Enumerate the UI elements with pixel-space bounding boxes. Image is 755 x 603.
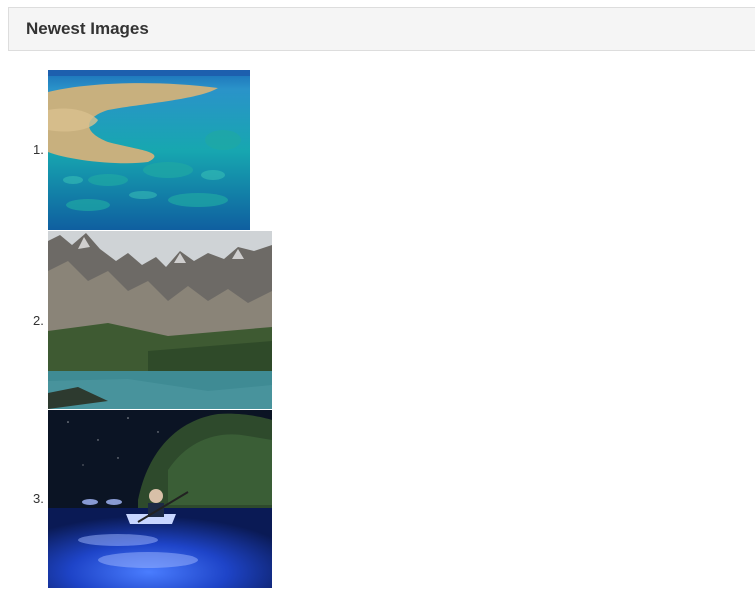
aerial-reef-image[interactable]: [48, 70, 250, 230]
panel-title: Newest Images: [26, 19, 149, 38]
night-kayak-image[interactable]: [48, 410, 272, 588]
night-kayak-image-graphic: [48, 410, 272, 588]
aerial-reef-image-graphic: [48, 70, 250, 230]
list-item-number: 2.: [33, 313, 44, 328]
list-item-number: 1.: [33, 142, 44, 157]
panel-heading: Newest Images: [8, 7, 755, 51]
mountain-lake-image[interactable]: [48, 231, 272, 409]
mountain-lake-image-graphic: [48, 231, 272, 409]
list-item-number: 3.: [33, 491, 44, 506]
